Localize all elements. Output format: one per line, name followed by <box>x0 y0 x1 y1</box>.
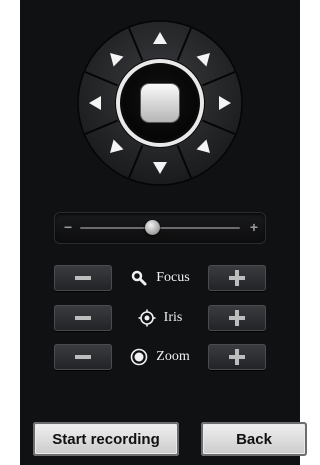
plus-icon-vertical <box>235 310 239 326</box>
arrow-down-right-icon <box>196 139 211 154</box>
minus-icon: − <box>64 219 73 235</box>
arrow-up-right-icon <box>196 52 211 67</box>
plus-icon-vertical <box>235 270 239 286</box>
arrow-right-icon <box>219 96 231 110</box>
ptz-up-left-button[interactable] <box>103 46 127 70</box>
ptz-up-button[interactable] <box>148 27 172 51</box>
focus-label: Focus <box>156 270 190 285</box>
iris-label-group: Iris <box>118 305 202 331</box>
zoom-label: Zoom <box>156 349 190 364</box>
iris-label: Iris <box>163 310 183 325</box>
minus-icon <box>75 276 91 280</box>
ptz-control-panel: − + Focus Iris Zoom <box>20 0 300 465</box>
ptz-left-button[interactable] <box>84 91 108 115</box>
arrow-down-left-icon <box>109 139 124 154</box>
zoom-label-group: Zoom <box>118 344 202 370</box>
iris-plus-button[interactable] <box>208 305 266 331</box>
zoom-row: Zoom <box>54 344 266 372</box>
iris-minus-button[interactable] <box>54 305 112 331</box>
magnifier-icon <box>132 270 147 286</box>
focus-minus-button[interactable] <box>54 265 112 291</box>
iris-row: Iris <box>54 305 266 333</box>
ptz-center-button[interactable] <box>141 84 179 122</box>
zoom-minus-button[interactable] <box>54 344 112 370</box>
zoom-plus-button[interactable] <box>208 344 266 370</box>
stop-square-icon <box>141 84 179 122</box>
back-button[interactable]: Back <box>201 422 307 456</box>
ptz-up-right-button[interactable] <box>193 46 217 70</box>
ptz-down-left-button[interactable] <box>103 136 127 160</box>
start-recording-button[interactable]: Start recording <box>33 422 179 456</box>
minus-icon <box>75 355 91 359</box>
arrow-left-icon <box>89 96 101 110</box>
plus-icon: + <box>249 219 258 235</box>
minus-icon <box>75 316 91 320</box>
lens-circle-icon <box>130 348 148 366</box>
focus-plus-button[interactable] <box>208 265 266 291</box>
ptz-right-button[interactable] <box>212 91 236 115</box>
ptz-down-right-button[interactable] <box>193 136 217 160</box>
slider-thumb[interactable] <box>144 220 160 235</box>
ptz-down-button[interactable] <box>148 155 172 179</box>
arrow-up-left-icon <box>109 52 124 67</box>
plus-icon-vertical <box>235 349 239 365</box>
arrow-up-icon <box>153 32 167 44</box>
speed-slider[interactable]: − + <box>54 212 266 244</box>
arrow-down-icon <box>153 162 167 174</box>
slider-track <box>80 227 240 229</box>
focus-row: Focus <box>54 265 266 293</box>
focus-label-group: Focus <box>118 265 202 291</box>
iris-target-icon <box>138 309 156 327</box>
